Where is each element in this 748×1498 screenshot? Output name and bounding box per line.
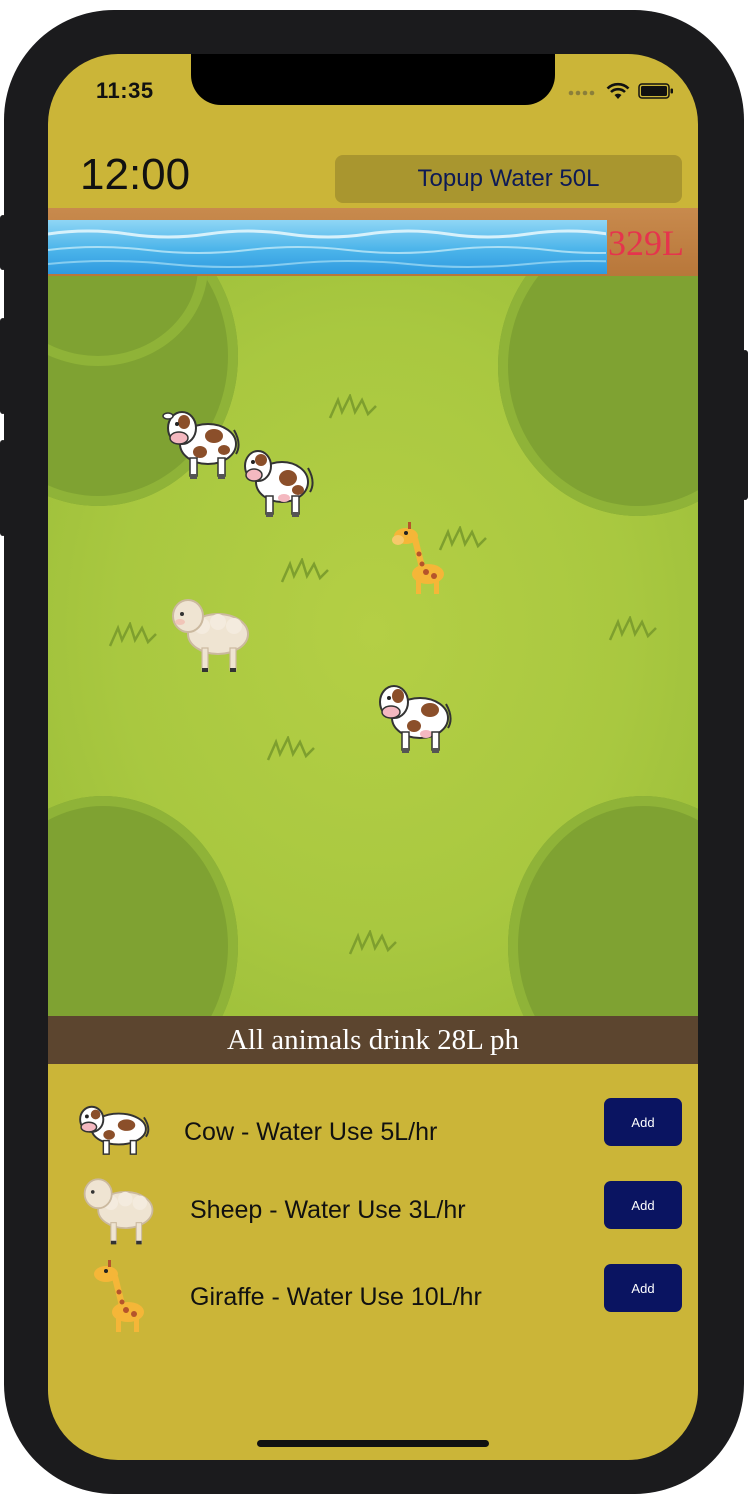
grass-tuft: [348, 930, 397, 955]
add-cow-button[interactable]: Add: [604, 1098, 682, 1146]
sheep-water-use-label: Sheep - Water Use 3L/hr: [190, 1196, 466, 1224]
bush: [508, 796, 698, 1016]
cow-icon[interactable]: [162, 404, 242, 484]
giraffe-icon[interactable]: [386, 522, 454, 596]
grass-tuft: [608, 616, 657, 641]
sheep-icon[interactable]: [166, 592, 256, 676]
power-button: [742, 350, 748, 500]
app-screen: 11:35 12:00 Topup Water 50L 329L All ani…: [48, 54, 698, 1460]
total-water-summary: All animals drink 28L ph: [48, 1016, 698, 1064]
water-tank: 329L: [48, 208, 698, 276]
volume-up-button: [0, 318, 6, 414]
pasture-field: [48, 276, 698, 1016]
giraffe-icon: [94, 1260, 144, 1332]
grass-tuft: [328, 394, 377, 419]
side-button: [0, 215, 6, 270]
sheep-icon: [83, 1178, 154, 1245]
cow-icon[interactable]: [236, 442, 316, 522]
notch: [191, 54, 555, 105]
bush: [498, 276, 698, 516]
wifi-icon: [606, 82, 630, 99]
water-level-fill: [48, 220, 607, 274]
giraffe-water-use-label: Giraffe - Water Use 10L/hr: [190, 1283, 482, 1311]
grass-tuft: [266, 736, 315, 761]
cow-icon[interactable]: [374, 678, 454, 758]
cow-icon: [79, 1105, 150, 1155]
water-waves: [48, 229, 607, 268]
status-icons: [568, 82, 674, 100]
cow-water-use-label: Cow - Water Use 5L/hr: [184, 1118, 438, 1146]
battery-icon: [638, 83, 673, 99]
grass-tuft: [108, 622, 157, 647]
game-clock: 12:00: [80, 150, 191, 199]
status-time: 11:35: [96, 78, 154, 103]
volume-down-button: [0, 440, 6, 536]
home-indicator[interactable]: [257, 1440, 489, 1447]
add-giraffe-button[interactable]: Add: [604, 1264, 682, 1312]
topup-water-button[interactable]: Topup Water 50L: [335, 155, 682, 203]
water-level-label: 329L: [608, 223, 684, 263]
grass-tuft: [280, 558, 329, 583]
signal-dots-icon: [568, 90, 595, 96]
bush: [48, 796, 238, 1016]
add-sheep-button[interactable]: Add: [604, 1181, 682, 1229]
